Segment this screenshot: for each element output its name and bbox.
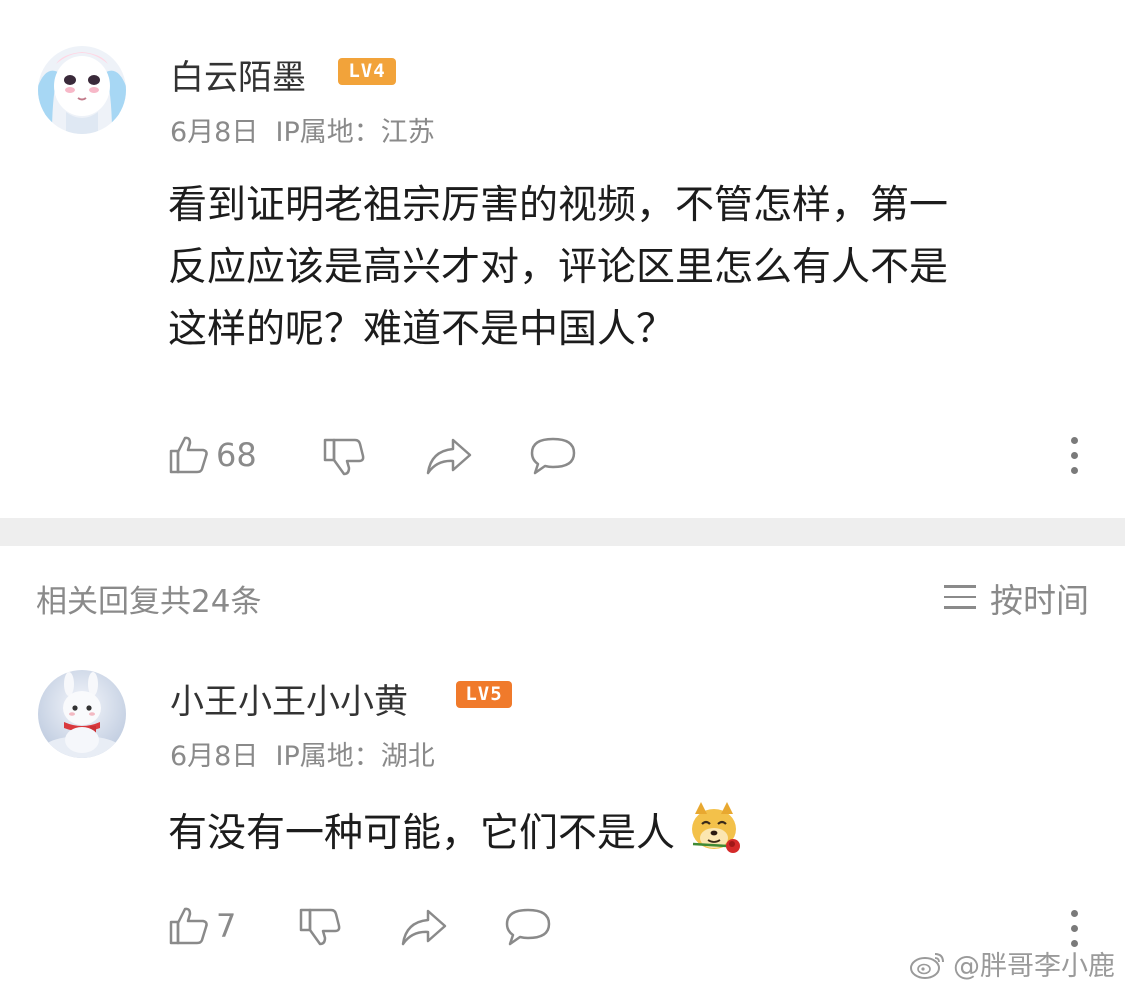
chat-bubble-icon bbox=[530, 437, 576, 475]
comment-line: 反应应该是高兴才对，评论区里怎么有人不是 bbox=[168, 245, 949, 290]
comment-line: 这样的呢？难道不是中国人？ bbox=[168, 307, 676, 352]
replies-header: 相关回复共24条 按时间 bbox=[0, 560, 1125, 630]
username[interactable]: 白云陌墨 bbox=[170, 50, 306, 99]
reply-text-content: 有没有一种可能，它们不是人 bbox=[168, 811, 676, 856]
reply-date: 6月8日 bbox=[170, 741, 259, 772]
ip-location: IP属地：湖北 bbox=[275, 741, 435, 772]
comment-line: 看到证明老祖宗厉害的视频，不管怎样，第一 bbox=[168, 183, 949, 228]
weibo-logo-icon bbox=[910, 952, 944, 979]
thumbs-down-icon bbox=[299, 908, 341, 946]
like-count: 68 bbox=[216, 436, 257, 474]
avatar[interactable] bbox=[38, 670, 126, 758]
ip-location: IP属地：江苏 bbox=[275, 117, 435, 148]
like-button[interactable]: 68 bbox=[168, 434, 257, 476]
replies-count: 相关回复共24条 bbox=[36, 584, 262, 620]
thumbs-down-icon bbox=[323, 438, 365, 476]
comment-meta: 6月8日 IP属地：江苏 bbox=[170, 110, 435, 149]
share-button[interactable] bbox=[425, 436, 473, 476]
section-divider bbox=[0, 518, 1125, 546]
avatar[interactable] bbox=[38, 46, 126, 134]
level-badge: LV5 bbox=[456, 681, 512, 708]
comment-detail-page: 白云陌墨 LV4 6月8日 IP属地：江苏 看到证明老祖宗厉害的视频，不管怎样，… bbox=[0, 0, 1125, 990]
share-icon bbox=[426, 438, 472, 475]
sort-lines-icon bbox=[944, 585, 976, 611]
reply-button[interactable] bbox=[529, 436, 577, 476]
more-options-icon[interactable] bbox=[1068, 437, 1080, 477]
watermark: @胖哥李小鹿 bbox=[909, 944, 1115, 983]
doge-rose-emoji-icon bbox=[692, 802, 741, 853]
reply-text: 有没有一种可能，它们不是人 bbox=[168, 800, 1068, 865]
dislike-button[interactable] bbox=[298, 906, 342, 948]
reply-button[interactable] bbox=[504, 907, 552, 947]
dislike-button[interactable] bbox=[322, 436, 366, 478]
main-comment: 白云陌墨 LV4 6月8日 IP属地：江苏 看到证明老祖宗厉害的视频，不管怎样，… bbox=[0, 0, 1125, 518]
sort-button[interactable]: 按时间 bbox=[944, 574, 1089, 622]
reply-comment: 小王小王小小黄 LV5 6月8日 IP属地：湖北 有没有一种可能，它们不是人 7 bbox=[0, 640, 1125, 990]
comment-text: 看到证明老祖宗厉害的视频，不管怎样，第一 反应应该是高兴才对，评论区里怎么有人不… bbox=[168, 175, 1068, 361]
username[interactable]: 小王小王小小黄 bbox=[170, 674, 408, 723]
thumbs-up-icon bbox=[169, 436, 208, 474]
comment-date: 6月8日 bbox=[170, 117, 259, 148]
share-icon bbox=[401, 909, 447, 946]
thumbs-up-icon bbox=[169, 907, 208, 945]
level-badge: LV4 bbox=[338, 58, 396, 85]
sort-label: 按时间 bbox=[990, 581, 1089, 620]
watermark-text: @胖哥李小鹿 bbox=[953, 951, 1115, 982]
like-button[interactable]: 7 bbox=[168, 905, 236, 947]
share-button[interactable] bbox=[400, 907, 448, 947]
like-count: 7 bbox=[216, 907, 237, 945]
chat-bubble-icon bbox=[505, 908, 551, 946]
reply-meta: 6月8日 IP属地：湖北 bbox=[170, 734, 435, 773]
